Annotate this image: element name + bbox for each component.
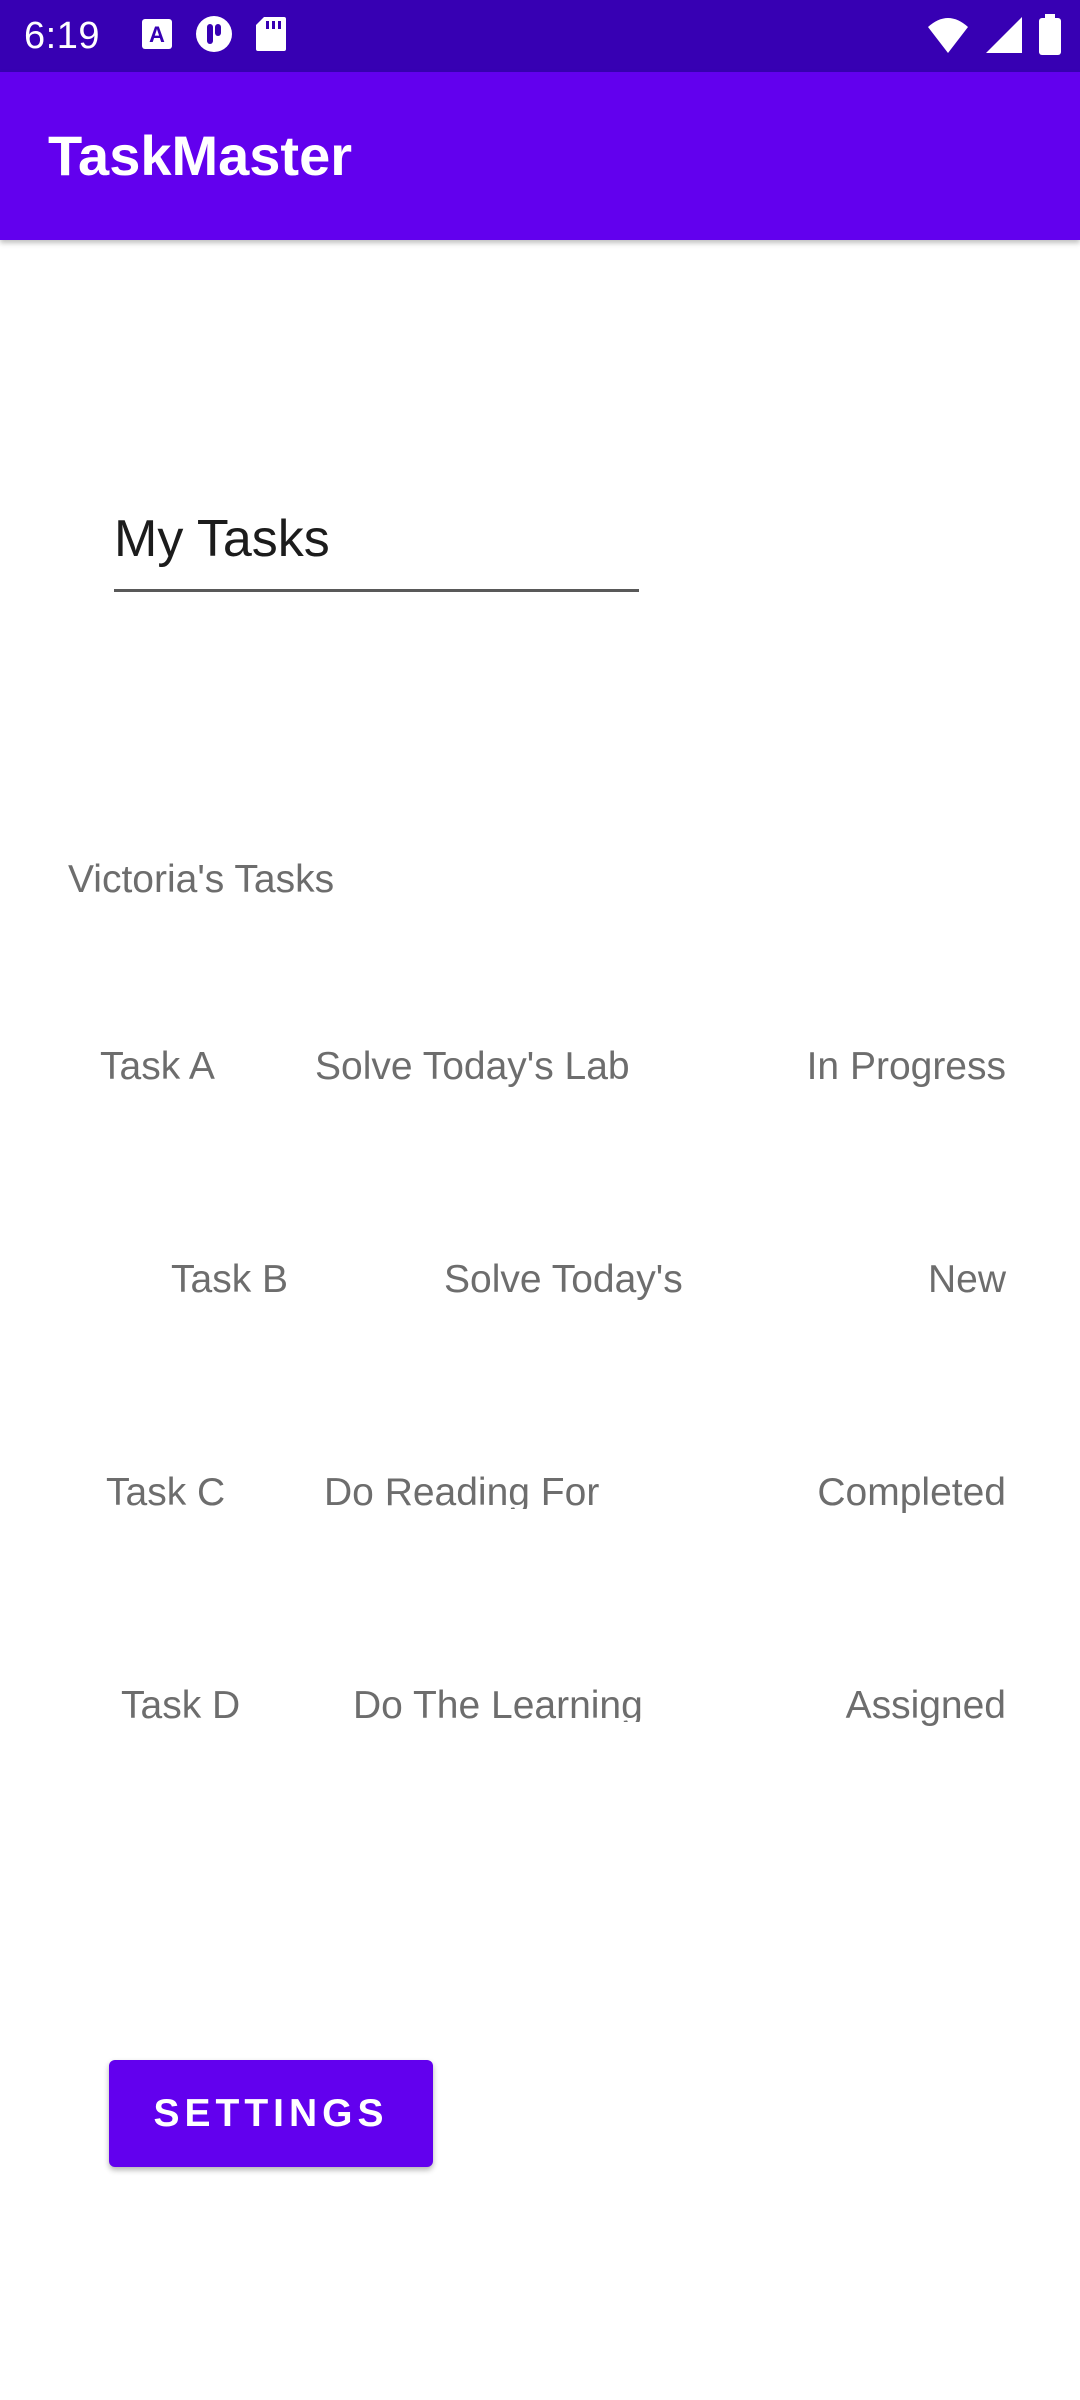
user-tasks-title: Victoria's Tasks bbox=[68, 858, 335, 901]
task-d-name[interactable]: Task D bbox=[121, 1682, 240, 1730]
app-bar: TaskMaster bbox=[0, 72, 1080, 240]
status-system-icons bbox=[926, 14, 1062, 61]
sd-card-icon bbox=[254, 15, 288, 58]
task-d-description: Do The Learning bbox=[353, 1684, 643, 1722]
task-a-status: In Progress bbox=[806, 1045, 1006, 1088]
task-d-status: Assigned bbox=[845, 1684, 1006, 1727]
signal-icon bbox=[984, 15, 1024, 60]
status-bar: 6:19 A bbox=[0, 0, 1080, 72]
task-c-name[interactable]: Task C bbox=[106, 1469, 225, 1517]
status-notification-icons: A bbox=[140, 14, 288, 59]
task-b-description: Solve Today's bbox=[444, 1258, 683, 1301]
podcast-icon bbox=[194, 14, 234, 59]
my-tasks-field[interactable] bbox=[114, 488, 639, 592]
task-b-status: New bbox=[927, 1258, 1006, 1301]
task-a-description: Solve Today's Lab bbox=[315, 1045, 630, 1088]
wifi-icon bbox=[926, 15, 970, 60]
task-a-name[interactable]: Task A bbox=[100, 1043, 215, 1091]
settings-button[interactable]: SETTINGS bbox=[109, 2060, 433, 2167]
task-c-status: Completed bbox=[817, 1471, 1006, 1514]
task-b-name[interactable]: Task B bbox=[171, 1256, 288, 1304]
svg-text:A: A bbox=[149, 22, 165, 47]
app-title: TaskMaster bbox=[48, 124, 353, 187]
task-c-description: Do Reading For bbox=[324, 1471, 600, 1509]
status-time: 6:19 bbox=[24, 15, 100, 57]
battery-icon bbox=[1038, 14, 1062, 61]
a-box-icon: A bbox=[140, 17, 174, 56]
